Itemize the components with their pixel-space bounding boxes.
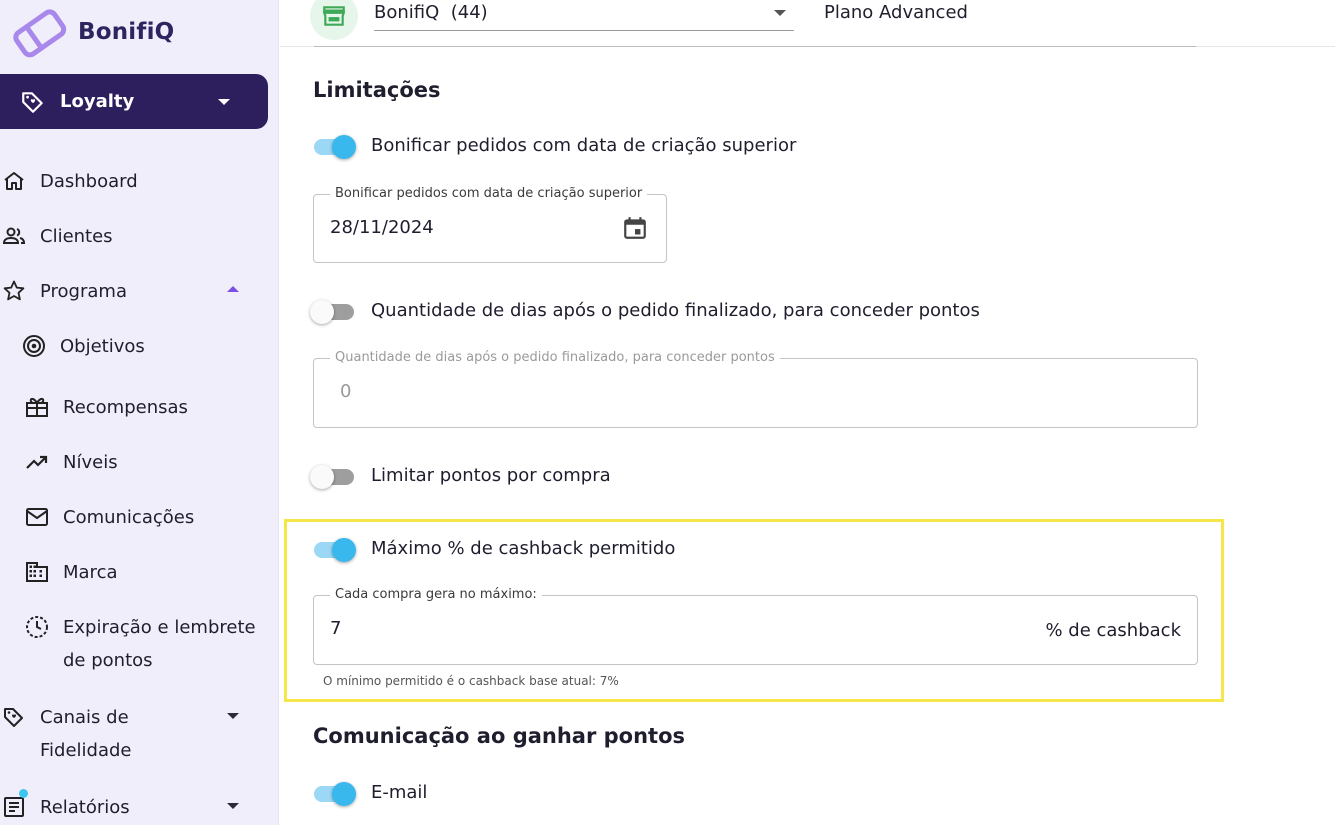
sidebar-item-label: Dashboard (40, 170, 138, 192)
max-cashback-field[interactable]: Cada compra gera no máximo: 7 % de cashb… (313, 587, 1198, 665)
sidebar-item-canais[interactable]: Canais de (2, 705, 129, 729)
sidebar-item-label: Comunicações (63, 506, 195, 528)
sidebar-item-dashboard[interactable]: Dashboard (2, 169, 138, 193)
email-toggle-label: E-mail (371, 782, 428, 803)
sidebar-item-canais-line2[interactable]: Fidelidade (40, 740, 132, 761)
star-icon (3, 280, 25, 301)
points-per-purchase-toggle[interactable] (310, 463, 358, 491)
max-cashback-suffix: % de cashback (1045, 620, 1181, 641)
brand-name: BonifiQ (78, 19, 175, 45)
days-after-toggle[interactable] (310, 298, 358, 326)
gift-icon (26, 397, 48, 417)
sidebar-item-niveis[interactable]: Níveis (25, 450, 118, 474)
field-label: Cada compra gera no máximo: (330, 587, 542, 602)
divider (314, 46, 1196, 47)
sidebar-item-label: Clientes (40, 225, 113, 247)
sidebar-item-label: Canais de (40, 706, 129, 728)
target-icon (23, 335, 45, 357)
sidebar-item-label: Níveis (63, 451, 118, 473)
store-select-value: BonifiQ (44) (374, 2, 488, 23)
days-after-value: 0 (340, 381, 352, 402)
sidebar-item-label: Recompensas (63, 396, 188, 418)
chevron-down-icon (218, 99, 230, 105)
store-avatar (310, 0, 358, 40)
sidebar-item-label: Expiração e lembrete (63, 616, 256, 638)
order-date-field[interactable]: Bonificar pedidos com data de criação su… (313, 186, 667, 263)
tag-icon (22, 91, 43, 113)
days-after-field[interactable]: Quantidade de dias após o pedido finaliz… (313, 350, 1198, 428)
sidebar-item-label: Objetivos (60, 335, 145, 357)
field-label: Quantidade de dias após o pedido finaliz… (330, 350, 780, 365)
order-date-toggle[interactable] (310, 133, 358, 161)
report-icon (4, 797, 24, 817)
module-label: Loyalty (60, 91, 135, 112)
sidebar-item-label: Programa (40, 280, 127, 302)
plan-name: Plano Advanced (824, 2, 968, 23)
max-cashback-hint: O mínimo permitido é o cashback base atu… (323, 674, 619, 688)
section-title-comunicacao: Comunicação ao ganhar pontos (313, 724, 686, 748)
max-cashback-toggle-label: Máximo % de cashback permitido (371, 538, 676, 559)
calendar-icon[interactable] (622, 215, 648, 241)
sidebar-item-clientes[interactable]: Clientes (2, 224, 113, 248)
building-icon (26, 562, 48, 582)
sidebar-item-objetivos[interactable]: Objetivos (22, 334, 145, 358)
mail-icon (26, 508, 48, 526)
sidebar-item-label: Relatórios (40, 796, 130, 818)
notification-badge (19, 789, 28, 798)
sidebar-item-label: Marca (63, 561, 118, 583)
sidebar-item-label: de pontos (63, 650, 153, 671)
store-icon (322, 6, 346, 26)
trending-up-icon (26, 455, 48, 469)
people-icon (2, 227, 26, 244)
order-date-value: 28/11/2024 (330, 217, 434, 238)
sidebar-item-marca[interactable]: Marca (25, 560, 118, 584)
chevron-down-icon[interactable] (227, 803, 239, 809)
store-select[interactable]: BonifiQ (44) (374, 0, 794, 31)
sidebar-item-relatorios[interactable]: Relatórios (2, 795, 130, 819)
section-title-limitacoes: Limitações (313, 78, 441, 102)
sidebar-item-expiracao[interactable]: Expiração e lembrete (25, 615, 256, 639)
chevron-down-icon (774, 10, 786, 16)
days-after-toggle-label: Quantidade de dias após o pedido finaliz… (371, 300, 980, 321)
module-selector[interactable]: Loyalty (0, 74, 268, 129)
field-label: Bonificar pedidos com data de criação su… (330, 186, 648, 201)
brand-logo[interactable]: BonifiQ (8, 6, 174, 58)
bonifiq-logo-icon (13, 9, 67, 58)
clock-icon (26, 616, 48, 638)
home-icon (4, 172, 24, 190)
top-bar: BonifiQ (44) Plano Advanced (280, 0, 1335, 47)
max-cashback-toggle[interactable] (310, 536, 358, 564)
sidebar-item-label: Fidelidade (40, 740, 132, 761)
chevron-down-icon[interactable] (227, 713, 239, 719)
sidebar-item-programa[interactable]: Programa (2, 279, 127, 303)
sidebar-item-recompensas[interactable]: Recompensas (25, 395, 188, 419)
email-toggle[interactable] (310, 780, 358, 808)
max-cashback-value: 7 (330, 618, 342, 639)
order-date-toggle-label: Bonificar pedidos com data de criação su… (371, 135, 797, 156)
sidebar: BonifiQ Loyalty Dashboard Clientes Progr… (0, 0, 279, 825)
tag-icon (4, 708, 23, 727)
points-per-purchase-toggle-label: Limitar pontos por compra (371, 465, 611, 486)
sidebar-item-comunicacoes[interactable]: Comunicações (25, 505, 194, 529)
chevron-up-icon[interactable] (227, 286, 239, 292)
sidebar-item-expiracao-line2[interactable]: de pontos (63, 650, 153, 671)
